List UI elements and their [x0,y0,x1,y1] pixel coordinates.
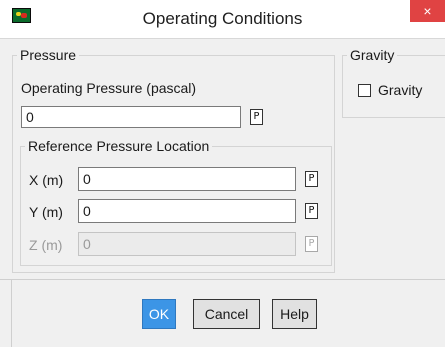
z-coordinate-input: 0 [78,232,296,256]
y-coordinate-input[interactable]: 0 [78,199,296,223]
gravity-checkbox[interactable] [358,84,371,97]
left-border [11,280,12,347]
x-coordinate-label: X (m) [29,172,64,188]
close-button[interactable]: × [410,0,445,22]
ok-button[interactable]: OK [142,299,176,329]
window-title: Operating Conditions [142,9,303,28]
operating-pressure-param-button[interactable]: P [250,109,263,125]
reference-pressure-location-legend: Reference Pressure Location [28,138,210,154]
z-coordinate-label: Z (m) [29,237,63,253]
help-button[interactable]: Help [272,299,317,329]
cancel-button[interactable]: Cancel [193,299,260,329]
button-bar-divider [0,279,445,280]
x-coordinate-input[interactable]: 0 [78,167,296,191]
gravity-legend: Gravity [350,47,395,63]
z-coordinate-param-button: P [305,236,318,252]
gravity-checkbox-label[interactable]: Gravity [378,82,422,98]
operating-pressure-input[interactable]: 0 [21,106,241,128]
x-coordinate-param-button[interactable]: P [305,171,318,187]
y-coordinate-param-button[interactable]: P [305,203,318,219]
title-bar: Operating Conditions × [0,0,445,39]
y-coordinate-label: Y (m) [29,204,63,220]
pressure-legend: Pressure [20,47,77,63]
operating-pressure-label: Operating Pressure (pascal) [21,80,197,96]
